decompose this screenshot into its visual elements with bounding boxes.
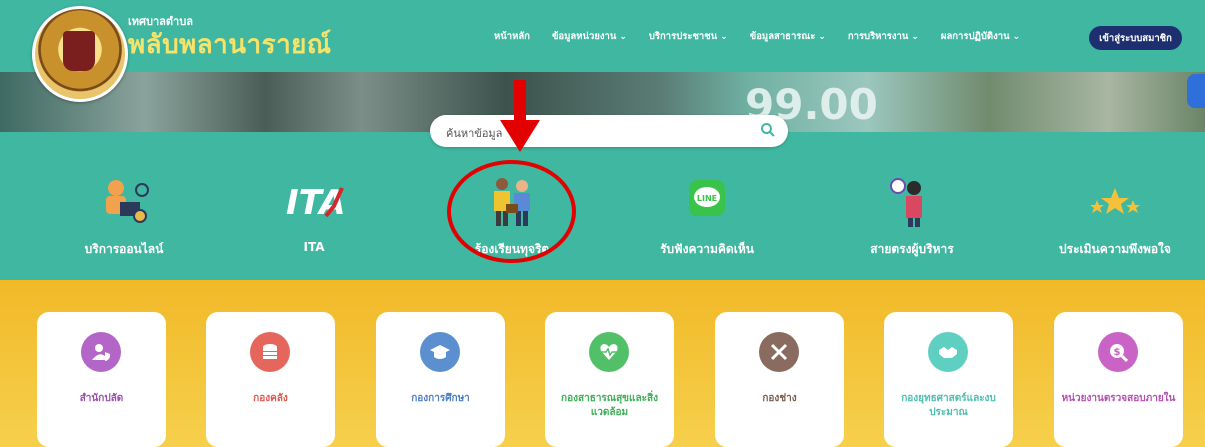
line-chat-icon: LINE: [689, 180, 725, 216]
svg-text:LINE: LINE: [697, 194, 717, 203]
online-service-icon: [106, 180, 149, 223]
heartbeat-icon: [589, 332, 629, 372]
nav-item-home[interactable]: หน้าหลัก: [494, 29, 530, 44]
member-login-button[interactable]: เข้าสู่ระบบสมาชิก: [1089, 26, 1182, 50]
graduation-cap-icon: [420, 332, 460, 372]
search-icon[interactable]: [760, 122, 776, 138]
search-box[interactable]: ค้นหาข้อมูล: [430, 115, 788, 147]
search-placeholder[interactable]: ค้นหาข้อมูล: [446, 124, 502, 142]
quick-link-ita[interactable]: ITA ITA: [234, 172, 394, 272]
nav-item-performance[interactable]: ผลการปฏิบัติงาน ⌄: [941, 29, 1020, 44]
department-card-education[interactable]: กองการศึกษา: [376, 312, 505, 447]
quick-link-label: ITA: [303, 240, 325, 254]
chevron-down-icon: ⌄: [911, 31, 919, 42]
department-card-internal-audit[interactable]: $ หน่วยงานตรวจสอบภายใน: [1054, 312, 1183, 447]
dollar-search-icon: $: [1098, 332, 1138, 372]
user-shield-icon: [81, 332, 121, 372]
quick-link-label: สายตรงผู้บริหาร: [870, 242, 954, 256]
department-card-finance[interactable]: กองคลัง: [206, 312, 335, 447]
handshake-icon: [928, 332, 968, 372]
department-label: หน่วยงานตรวจสอบภายใน: [1061, 393, 1176, 404]
tools-icon: [759, 332, 799, 372]
department-label: กองยุทธศาสตร์และงบประมาณ: [901, 393, 996, 418]
side-widget-tab[interactable]: [1187, 74, 1205, 108]
department-label: กองช่าง: [762, 393, 797, 404]
chevron-down-icon: ⌄: [818, 31, 826, 42]
satisfaction-stars-icon: [1090, 188, 1140, 214]
department-card-public-health[interactable]: กองสาธารณสุขและสิ่งแวดล้อม: [545, 312, 674, 447]
nav-item-administration[interactable]: การบริหารงาน ⌄: [848, 29, 919, 44]
quick-link-executive-hotline[interactable]: สายตรงผู้บริหาร: [832, 172, 992, 272]
red-circle-annotation: [447, 160, 576, 263]
quick-link-label: รับฟังความคิดเห็น: [660, 242, 754, 256]
brand-title[interactable]: พลับพลานารายณ์: [128, 24, 332, 65]
quick-link-feedback[interactable]: LINE รับฟังความคิดเห็น: [627, 172, 787, 272]
department-label: กองสาธารณสุขและสิ่งแวดล้อม: [561, 393, 658, 418]
department-card-strategy-budget[interactable]: กองยุทธศาสตร์และงบประมาณ: [884, 312, 1013, 447]
executive-hotline-icon: [890, 178, 922, 227]
department-card-engineering[interactable]: กองช่าง: [715, 312, 844, 447]
nav-item-public-info[interactable]: ข้อมูลสาธารณะ ⌄: [750, 29, 826, 44]
nav-item-agency-info[interactable]: ข้อมูลหน่วยงาน ⌄: [552, 29, 627, 44]
quick-link-satisfaction[interactable]: ประเมินความพึงพอใจ: [1035, 172, 1195, 272]
nav-item-public-services[interactable]: บริการประชาชน ⌄: [649, 29, 728, 44]
municipality-seal-logo[interactable]: [32, 6, 128, 102]
chevron-down-icon: ⌄: [1012, 31, 1021, 42]
quick-link-label: บริการออนไลน์: [84, 242, 164, 256]
quick-link-label: ประเมินความพึงพอใจ: [1059, 242, 1171, 256]
department-label: กองคลัง: [253, 393, 288, 404]
department-label: กองการศึกษา: [411, 393, 470, 404]
coins-icon: [250, 332, 290, 372]
chevron-down-icon: ⌄: [619, 31, 627, 42]
ita-logo-icon: ITA: [286, 183, 346, 223]
department-card-office[interactable]: สำนักปลัด: [37, 312, 166, 447]
chevron-down-icon: ⌄: [720, 31, 728, 42]
department-label: สำนักปลัด: [79, 393, 124, 404]
quick-link-online-service[interactable]: บริการออนไลน์: [44, 172, 204, 272]
red-arrow-annotation: [500, 80, 540, 152]
main-nav: หน้าหลัก ข้อมูลหน่วยงาน ⌄ บริการประชาชน ⌄ …: [494, 29, 1042, 44]
svg-text:$: $: [1114, 347, 1121, 358]
